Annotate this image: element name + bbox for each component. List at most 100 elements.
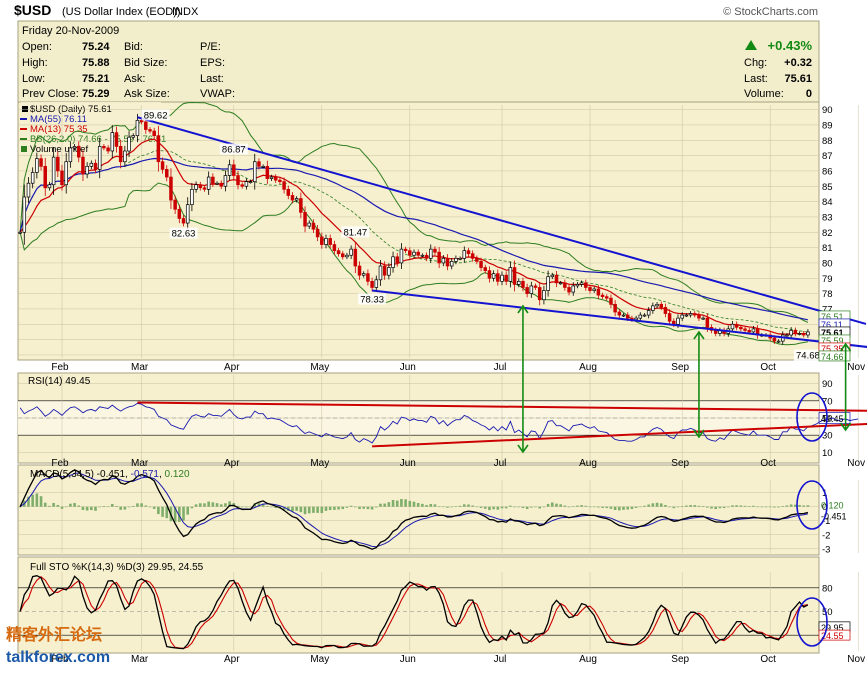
month-tick-label: Mar: [131, 362, 149, 373]
macd-histogram-bar: [320, 506, 324, 514]
price-bar: [646, 310, 651, 316]
macd-histogram-bar: [559, 504, 562, 507]
price-tick-label: 86: [822, 166, 833, 177]
price-bar: [462, 250, 467, 259]
macd-histogram-bar: [483, 506, 487, 509]
macd-histogram-bar: [404, 499, 407, 507]
price-tick-label: 83: [822, 212, 833, 223]
price-tick-label: 87: [822, 151, 833, 162]
macd-histogram-bar: [354, 506, 357, 508]
price-bar: [72, 146, 77, 149]
macd-histogram-bar: [157, 506, 160, 515]
price-bar: [496, 273, 500, 282]
macd-histogram-bar: [651, 503, 655, 507]
macd-histogram-bar: [731, 505, 734, 507]
macd-histogram-bar: [219, 504, 223, 507]
last-label: Last:: [200, 73, 224, 85]
month-tick-label: Feb: [51, 362, 69, 373]
price-bar: [743, 328, 747, 331]
macd-histogram-bar: [182, 506, 185, 521]
price-bar: [697, 314, 701, 319]
price-bar: [789, 330, 793, 336]
price-bar: [181, 218, 186, 224]
month-tick-label: Apr: [224, 362, 240, 373]
macd-histogram-bar: [425, 504, 428, 507]
price-bar: [454, 257, 458, 262]
price-annotation: 81.47: [343, 227, 367, 238]
price-bar: [345, 254, 349, 258]
price-bar: [127, 136, 131, 152]
price-bar: [185, 204, 190, 224]
macd-histogram-bar: [605, 506, 609, 509]
macd-histogram-bar: [408, 500, 412, 507]
macd-histogram-bar: [412, 501, 416, 507]
macd-histogram-bar: [530, 506, 533, 508]
macd-tick-label: -3: [822, 544, 830, 555]
price-bar: [508, 267, 513, 282]
macd-histogram-bar: [676, 506, 680, 508]
macd-histogram-bar: [576, 505, 579, 507]
macd-histogram-bar: [454, 506, 458, 507]
price-bar: [634, 317, 638, 321]
macd-histogram-bar: [94, 506, 97, 511]
symbol-name: (US Dollar Index (EOD)): [62, 6, 181, 18]
price-bar: [85, 165, 89, 175]
macd-histogram-bar: [550, 502, 554, 507]
price-bar: [449, 261, 454, 267]
price-bar: [202, 187, 207, 190]
macd-histogram-bar: [697, 505, 701, 507]
macd-histogram-bar: [714, 506, 718, 510]
price-bar: [416, 251, 420, 256]
price-bar: [253, 161, 257, 183]
month-tick-label: May: [310, 654, 329, 665]
price-bar: [324, 238, 328, 245]
month-tick-label: Oct: [760, 362, 776, 373]
symbol-label: $USD: [14, 2, 51, 18]
price-bar: [206, 176, 211, 190]
brand-label[interactable]: © StockCharts.com: [723, 6, 818, 18]
price-bar: [265, 165, 270, 179]
price-bar: [693, 313, 697, 316]
price-bar: [43, 165, 47, 189]
macd-histogram-bar: [81, 506, 85, 510]
price-bar: [806, 331, 810, 336]
macd-histogram-bar: [400, 498, 403, 507]
macd-histogram-bar: [760, 506, 764, 508]
low-value: 75.21: [82, 73, 110, 85]
macd-histogram-bar: [203, 503, 206, 507]
price-bar: [617, 311, 622, 316]
price-bar: [77, 146, 81, 158]
rsi-tick-label: 10: [822, 448, 833, 459]
last-value: 75.61: [784, 73, 812, 85]
macd-histogram-bar: [421, 503, 424, 507]
macd-histogram-bar: [781, 506, 785, 507]
price-bar: [269, 176, 274, 179]
macd-histogram-bar: [672, 506, 676, 509]
eps-label: EPS:: [200, 57, 225, 69]
macd-histogram-bar: [521, 506, 525, 508]
macd-histogram-bar: [496, 506, 500, 510]
macd-histogram-bar: [374, 506, 378, 508]
macd-histogram-bar: [756, 506, 759, 508]
macd-histogram-bar: [312, 506, 315, 513]
macd-histogram-bar: [701, 506, 705, 507]
price-bar: [739, 326, 743, 330]
macd-histogram-bar: [211, 502, 215, 507]
price-bar: [797, 333, 802, 335]
price-bar: [772, 337, 777, 342]
price-bar: [387, 267, 391, 276]
macd-histogram-bar: [492, 506, 495, 510]
macd-histogram-bar: [659, 503, 663, 507]
price-bar: [445, 257, 450, 267]
macd-histogram-bar: [148, 506, 152, 508]
price-tick-label: 79: [822, 274, 833, 285]
macd-histogram-bar: [517, 506, 521, 508]
macd-histogram-bar: [706, 506, 709, 508]
macd-histogram-bar: [785, 505, 789, 507]
volume-label: Volume:: [744, 88, 784, 100]
macd-histogram-bar: [123, 506, 127, 510]
macd-tick-label: -2: [822, 530, 830, 541]
macd-histogram-bar: [634, 506, 638, 508]
price-bar: [563, 282, 567, 288]
macd-histogram-bar: [739, 505, 743, 507]
